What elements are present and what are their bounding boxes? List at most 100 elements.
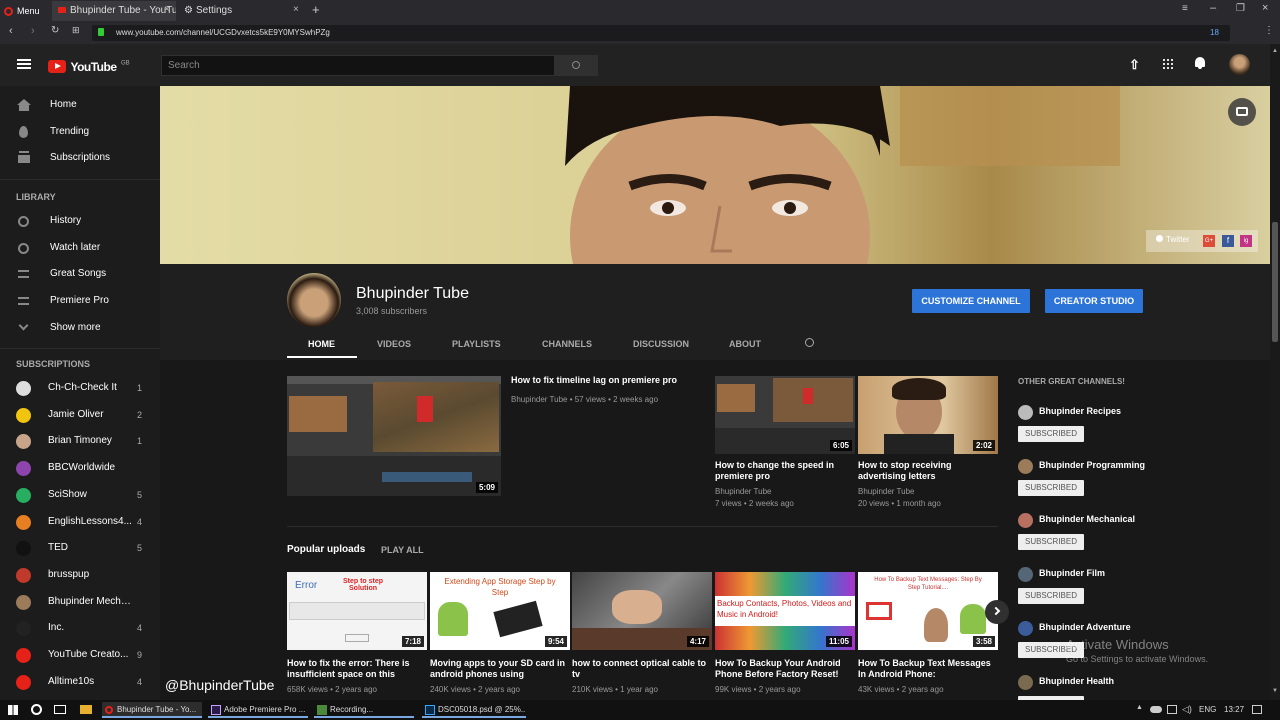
instagram-icon[interactable]: ig [1240,235,1252,247]
facebook-icon[interactable]: f [1222,235,1234,247]
search-input[interactable]: Search [161,55,555,76]
video-title[interactable]: Moving apps to your SD card in android p… [430,658,570,680]
tab-close-icon[interactable]: × [293,4,299,15]
sidebar-item-subscriptions[interactable]: Subscriptions [0,145,160,171]
video-title[interactable]: How to change the speed in premiere pro [715,460,855,482]
reload-icon[interactable]: ↻ [51,25,59,36]
video-title[interactable]: how to connect optical cable to tv [572,658,712,680]
video-thumbnail[interactable]: How To Backup Text Messages: Step By Ste… [858,572,998,650]
browser-menu-icon[interactable]: ⋮ [1264,25,1274,36]
channel-search-icon[interactable] [805,338,814,347]
sidebar-subscription-item[interactable]: Ch-Ch-Check It 1 [0,375,160,401]
new-tab-button[interactable]: + [312,2,320,17]
tab-discussion[interactable]: DISCUSSION [633,339,689,349]
tab-about[interactable]: ABOUT [729,339,761,349]
upload-icon[interactable]: ⇧ [1129,57,1140,73]
maximize-button[interactable]: ❐ [1236,3,1245,14]
sidebar-subscription-item[interactable]: Alltime10s 4 [0,669,160,695]
windows-start-icon[interactable] [8,705,18,715]
carousel-next-button[interactable] [985,600,1009,624]
hamburger-menu-icon[interactable] [17,59,31,69]
sidebar-subscription-item[interactable]: Jamie Oliver 2 [0,402,160,428]
customize-channel-button[interactable]: CUSTOMIZE CHANNEL [912,289,1030,313]
featured-channel-name[interactable]: Bhupinder Programming [1039,460,1145,470]
onedrive-icon[interactable] [1150,706,1162,713]
page-scrollbar[interactable]: ▲ ▼ [1270,44,1280,700]
back-icon[interactable]: ‹ [9,25,13,37]
channel-avatar-icon[interactable] [1018,405,1033,420]
sidebar-subscription-item[interactable]: YouTube Creato... 9 [0,642,160,668]
opera-menu-button[interactable]: Menu [4,3,46,19]
sidebar-item-home[interactable]: Home [0,92,160,118]
sidebar-item-history[interactable]: History [0,208,160,234]
tray-chevron-icon[interactable]: ▲ [1136,704,1143,711]
video-title[interactable]: How To Backup Your Android Phone Before … [715,658,855,680]
subscribed-button[interactable]: SUBSCRIBED [1018,480,1084,496]
video-title[interactable]: How to fix the error: There is insuffici… [287,658,427,680]
channel-avatar-icon[interactable] [1018,459,1033,474]
video-thumbnail[interactable]: Error Step to step Solution 7:18 [287,572,427,650]
video-thumbnail[interactable]: Extending App Storage Step by Step 9:54 [430,572,570,650]
featured-channel-name[interactable]: Bhupinder Health [1039,676,1114,686]
channel-avatar-icon[interactable] [1018,621,1033,636]
tab-channels[interactable]: CHANNELS [542,339,592,349]
taskbar-item-premiere[interactable]: Adobe Premiere Pro ... [208,702,308,718]
sidebar-item-great-songs[interactable]: Great Songs [0,261,160,287]
task-view-icon[interactable] [54,705,66,714]
action-center-icon[interactable] [1252,705,1262,714]
taskbar-item-opera[interactable]: Bhupinder Tube - Yo... [102,702,202,718]
google-plus-icon[interactable]: G+ [1203,235,1215,247]
sidebar-item-show-more[interactable]: Show more [0,315,160,341]
sidebar-subscription-item[interactable]: Bhupinder Mecha... [0,589,160,615]
channel-avatar-icon[interactable] [1018,567,1033,582]
adblock-badge[interactable]: 18 [1210,28,1219,37]
search-button[interactable] [555,55,598,76]
video-title[interactable]: How to stop receiving advertising letter… [858,460,998,482]
tab-videos[interactable]: VIDEOS [377,339,411,349]
tab-youtube[interactable]: Bhupinder Tube - YouTube [52,1,176,21]
tab-menu-icon[interactable]: ≡ [1182,3,1188,14]
featured-video-thumbnail[interactable]: 5:09 [287,376,501,496]
featured-channel-name[interactable]: Bhupinder Adventure [1039,622,1131,632]
video-thumbnail[interactable]: 6:05 [715,376,855,454]
featured-channel-name[interactable]: Bhupinder Film [1039,568,1105,578]
video-title[interactable]: How To Backup Text Messages In Android P… [858,658,998,680]
sidebar-subscription-item[interactable]: Brian Timoney 1 [0,428,160,454]
video-thumbnail[interactable]: 2:02 [858,376,998,454]
close-window-button[interactable]: × [1262,2,1268,14]
sidebar-subscription-item[interactable]: TED 5 [0,535,160,561]
apps-grid-icon[interactable] [1162,58,1174,70]
subscribed-button[interactable]: SUBSCRIBED [1018,588,1084,604]
notifications-bell-icon[interactable] [1194,57,1206,69]
twitter-link[interactable]: Twitter [1156,235,1190,244]
cortana-icon[interactable] [31,704,42,715]
taskbar-item-photoshop[interactable]: DSC05018.psd @ 25%... [422,702,526,718]
tab-home[interactable]: HOME [308,339,335,349]
sidebar-item-trending[interactable]: Trending [0,119,160,145]
sidebar-subscription-item[interactable]: EnglishLessons4... 4 [0,509,160,535]
channel-avatar-icon[interactable] [1018,513,1033,528]
sidebar-subscription-item[interactable]: SciShow 5 [0,482,160,508]
sidebar-item-watch-later[interactable]: Watch later [0,235,160,261]
youtube-logo[interactable]: YouTube GB [48,58,130,74]
edit-banner-button[interactable] [1228,98,1256,126]
sidebar-subscription-item[interactable]: Inc. 4 [0,615,160,641]
volume-icon[interactable]: ◁) [1182,704,1192,715]
address-bar[interactable]: www.youtube.com/channel/UCGDvxetcs5kE9Y0… [92,25,1230,41]
account-avatar[interactable] [1229,54,1250,75]
clock[interactable]: 13:27 [1224,705,1244,714]
featured-channel-name[interactable]: Bhupinder Recipes [1039,406,1121,416]
scrollbar-thumb[interactable] [1272,222,1278,342]
tab-playlists[interactable]: PLAYLISTS [452,339,501,349]
channel-avatar-icon[interactable] [1018,675,1033,690]
sidebar-subscription-item[interactable]: BBCWorldwide [0,455,160,481]
forward-icon[interactable]: › [31,25,35,37]
subscribed-button[interactable]: SUBSCRIBED [1018,426,1084,442]
language-indicator[interactable]: ENG [1199,705,1216,714]
minimize-button[interactable]: – [1210,2,1216,14]
video-thumbnail[interactable]: Backup Contacts, Photos, Videos and Musi… [715,572,855,650]
sidebar-item-premiere-pro[interactable]: Premiere Pro [0,288,160,314]
file-explorer-icon[interactable] [80,705,92,714]
speed-dial-icon[interactable]: ⊞ [72,25,80,36]
video-thumbnail[interactable]: 4:17 [572,572,712,650]
